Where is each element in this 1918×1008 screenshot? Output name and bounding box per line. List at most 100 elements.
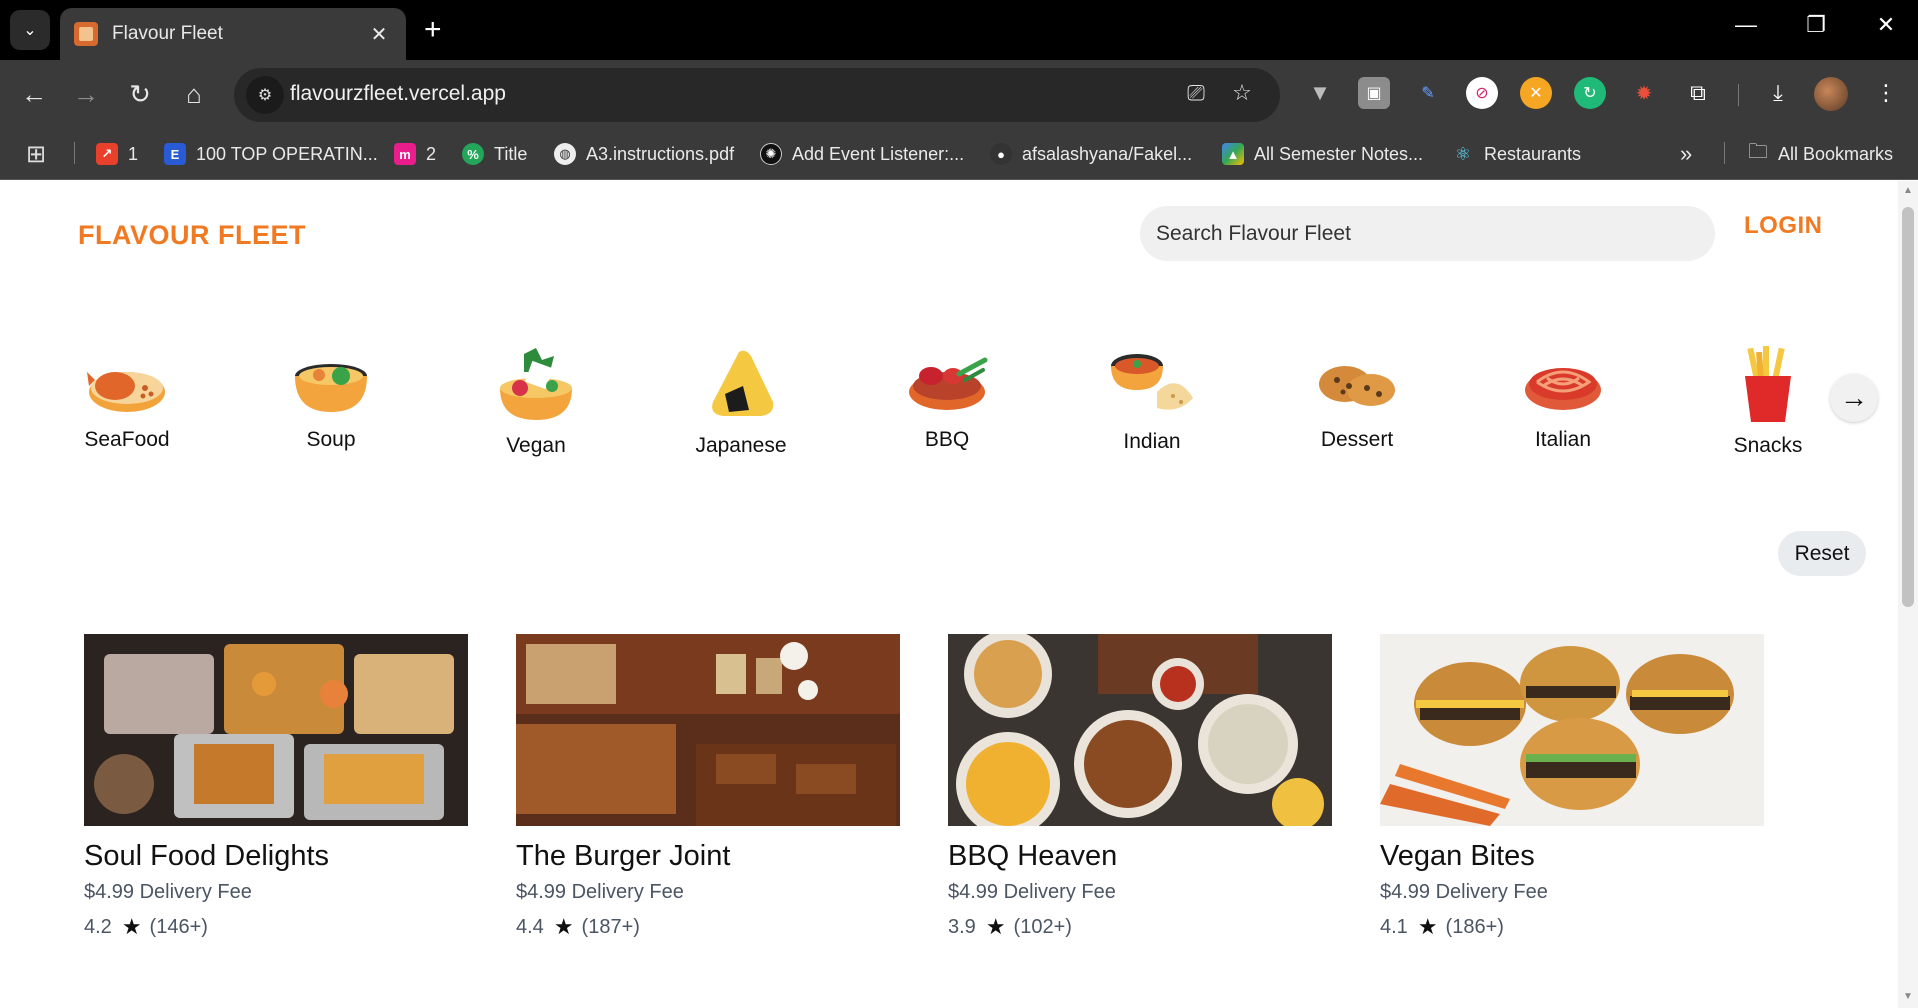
url-text[interactable]: flavourzfleet.vercel.app (290, 82, 506, 106)
bookmark-item[interactable]: % Title (462, 141, 527, 167)
category-japanese[interactable]: Japanese (666, 346, 816, 458)
login-link[interactable]: LOGIN (1744, 212, 1823, 240)
category-label: Japanese (695, 434, 787, 457)
restaurant-card[interactable]: The Burger Joint $4.99 Delivery Fee 4.4 … (516, 634, 900, 940)
github-icon: ● (990, 143, 1012, 165)
globe-icon: ◍ (554, 143, 576, 165)
extension-icon[interactable]: ▣ (1358, 77, 1390, 109)
react-icon: ⚛ (1454, 143, 1472, 164)
google-drive-icon: ▲ (1222, 143, 1244, 165)
bookmark-favicon-icon: % (462, 143, 484, 165)
restore-button[interactable]: ❐ (1796, 12, 1836, 38)
toolbar-divider (1738, 84, 1739, 106)
minimize-button[interactable]: — (1726, 12, 1766, 38)
bookmark-item[interactable]: ⚛ Restaurants (1452, 141, 1581, 167)
close-window-button[interactable]: ✕ (1866, 12, 1906, 38)
star-icon: ★ (1417, 914, 1438, 939)
tab-search-button[interactable]: ⌄ (10, 10, 50, 50)
category-italian[interactable]: Italian (1488, 346, 1638, 452)
search-input[interactable] (1140, 206, 1715, 261)
delivery-fee: $4.99 Delivery Fee (948, 881, 1116, 903)
category-soup[interactable]: Soup (256, 346, 406, 452)
restaurant-image[interactable] (516, 634, 900, 826)
restaurant-name[interactable]: BBQ Heaven (948, 840, 1332, 873)
all-bookmarks-folder[interactable]: 🗀 All Bookmarks (1748, 141, 1893, 167)
profile-avatar[interactable] (1814, 77, 1848, 111)
new-tab-button[interactable]: + (424, 12, 442, 48)
bookmarks-bar: ⊞ ↗ 1 E 100 TOP OPERATIN... m 2 % Title … (0, 128, 1918, 180)
brand-logo[interactable]: FLAVOUR FLEET (78, 220, 306, 251)
star-icon: ★ (985, 914, 1006, 939)
bookmark-label: Restaurants (1484, 143, 1582, 164)
scroll-down-icon[interactable]: ▼ (1902, 991, 1914, 1002)
bookmark-item[interactable]: m 2 (394, 141, 436, 167)
reload-button[interactable]: ↻ (120, 74, 160, 114)
category-seafood[interactable]: SeaFood (52, 346, 202, 452)
address-bar[interactable]: ⚙ flavourzfleet.vercel.app ⎚ ☆ (234, 68, 1280, 122)
restaurant-name[interactable]: Soul Food Delights (84, 840, 468, 873)
install-app-icon[interactable]: ⎚ (1180, 80, 1212, 106)
restaurant-name[interactable]: Vegan Bites (1380, 840, 1764, 873)
home-button[interactable]: ⌂ (174, 74, 214, 114)
star-icon: ★ (553, 914, 574, 939)
browser-toolbar: ← → ↻ ⌂ ⚙ flavourzfleet.vercel.app ⎚ ☆ ▼… (0, 60, 1918, 128)
category-dessert[interactable]: Dessert (1282, 346, 1432, 452)
apps-grid-icon[interactable]: ⊞ (26, 141, 46, 168)
bookmark-star-icon[interactable]: ☆ (1226, 80, 1258, 106)
scroll-up-icon[interactable]: ▲ (1902, 185, 1914, 196)
blocker-icon[interactable]: ⊘ (1466, 77, 1498, 109)
favicon-icon (74, 22, 98, 46)
back-button[interactable]: ← (14, 74, 54, 114)
bbq-icon (909, 357, 988, 410)
category-bbq[interactable]: BBQ (872, 346, 1022, 452)
category-label: SeaFood (84, 428, 170, 451)
carousel-next-button[interactable]: → (1830, 374, 1878, 422)
category-snacks[interactable]: Snacks (1693, 346, 1843, 458)
menu-kebab-icon[interactable]: ⋮ (1870, 77, 1902, 109)
bookmark-item[interactable]: ◍ A3.instructions.pdf (554, 141, 734, 167)
restaurant-name[interactable]: The Burger Joint (516, 840, 900, 873)
extensions-puzzle-icon[interactable]: ⧉ (1682, 77, 1714, 109)
rating-row: 4.2 ★ (146+) (84, 914, 468, 940)
category-label: BBQ (924, 428, 970, 451)
delivery-fee: $4.99 Delivery Fee (1380, 881, 1548, 903)
site-info-icon[interactable]: ⚙ (246, 76, 284, 114)
scroll-thumb[interactable] (1902, 207, 1914, 607)
all-bookmarks-label: All Bookmarks (1778, 143, 1894, 164)
bookmark-item[interactable]: ↗ 1 (96, 141, 138, 167)
bookmark-item[interactable]: ▲ All Semester Notes... (1222, 141, 1423, 167)
star-icon: ★ (121, 914, 142, 939)
sun-icon[interactable]: ✹ (1628, 77, 1660, 109)
bookmark-item[interactable]: ✺ Add Event Listener:... (760, 141, 964, 167)
restaurant-card[interactable]: Soul Food Delights $4.99 Delivery Fee 4.… (84, 634, 468, 940)
bookmark-item[interactable]: ● afsalashyana/Fakel... (990, 141, 1192, 167)
restaurant-image[interactable] (84, 634, 468, 826)
restaurant-image[interactable] (948, 634, 1332, 826)
reset-button[interactable]: Reset (1778, 531, 1866, 576)
page-content: FLAVOUR FLEET LOGIN SeaFood Soup (0, 181, 1898, 1008)
more-bookmarks-icon[interactable]: » (1680, 141, 1692, 167)
translate-icon[interactable]: ✕ (1520, 77, 1552, 109)
vegan-icon (500, 348, 572, 420)
restaurant-image[interactable] (1380, 634, 1764, 826)
bookmark-item[interactable]: E 100 TOP OPERATIN... (164, 141, 378, 167)
sync-icon[interactable]: ↻ (1574, 77, 1606, 109)
active-tab[interactable]: Flavour Fleet ✕ (60, 8, 406, 60)
review-count: (102+) (1013, 915, 1072, 938)
category-indian[interactable]: Indian (1077, 346, 1227, 454)
download-icon[interactable]: ⤓ (1762, 77, 1794, 109)
bookmark-label: afsalashyana/Fakel... (1022, 143, 1193, 164)
delivery-fee: $4.99 Delivery Fee (84, 881, 252, 903)
vue-devtools-icon[interactable]: ▼ (1304, 77, 1336, 109)
category-vegan[interactable]: Vegan (461, 346, 611, 458)
rating-value: 3.9 (948, 915, 976, 938)
restaurant-card[interactable]: BBQ Heaven $4.99 Delivery Fee 3.9 ★ (102… (948, 634, 1332, 940)
color-picker-icon[interactable]: ✎ (1412, 77, 1444, 109)
forward-button[interactable]: → (66, 74, 106, 114)
restaurant-card[interactable]: Vegan Bites $4.99 Delivery Fee 4.1 ★ (18… (1380, 634, 1764, 940)
page-scrollbar[interactable]: ▲ ▼ (1898, 181, 1918, 1008)
category-label: Italian (1534, 428, 1592, 451)
pasta-icon (1525, 368, 1601, 410)
close-tab-icon[interactable]: ✕ (366, 22, 392, 47)
category-label: Indian (1123, 430, 1181, 453)
